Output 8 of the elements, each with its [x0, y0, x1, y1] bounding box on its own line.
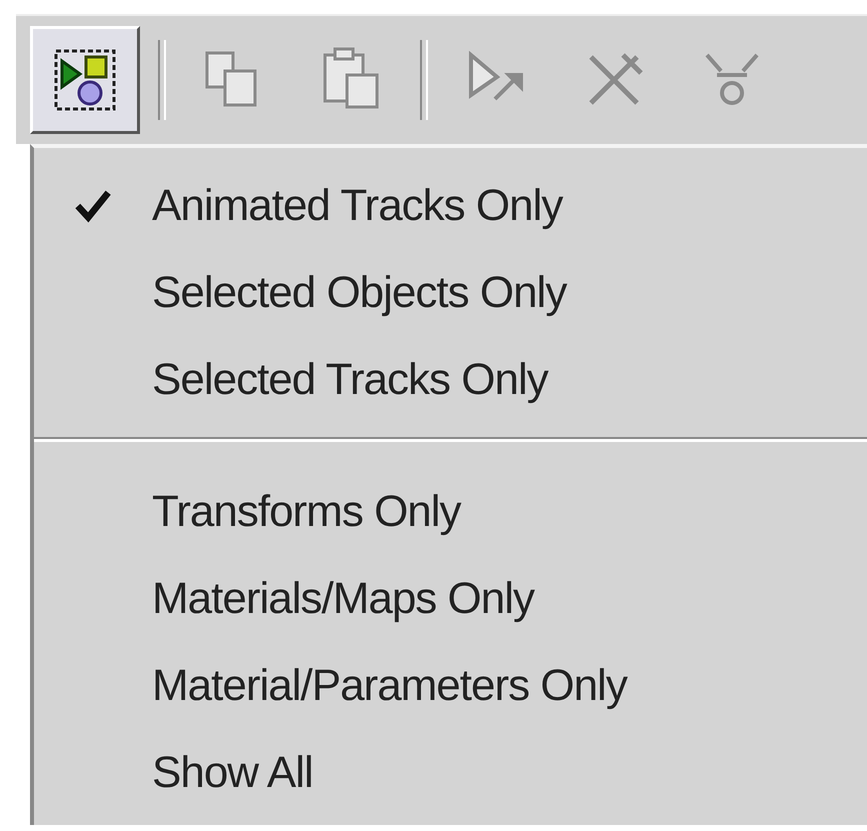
toolbar-button[interactable] — [30, 26, 140, 134]
menu-item[interactable]: Animated Tracks Only — [34, 162, 867, 249]
menu-item[interactable]: Selected Objects Only — [34, 249, 867, 336]
menu-item[interactable]: Transforms Only — [34, 468, 867, 555]
menu-item[interactable]: Materials/Maps Only — [34, 555, 867, 642]
menu-item[interactable]: Selected Tracks Only — [34, 336, 867, 423]
menu-item[interactable]: Show All — [34, 729, 867, 816]
menu-item[interactable]: Material/Parameters Only — [34, 642, 867, 729]
